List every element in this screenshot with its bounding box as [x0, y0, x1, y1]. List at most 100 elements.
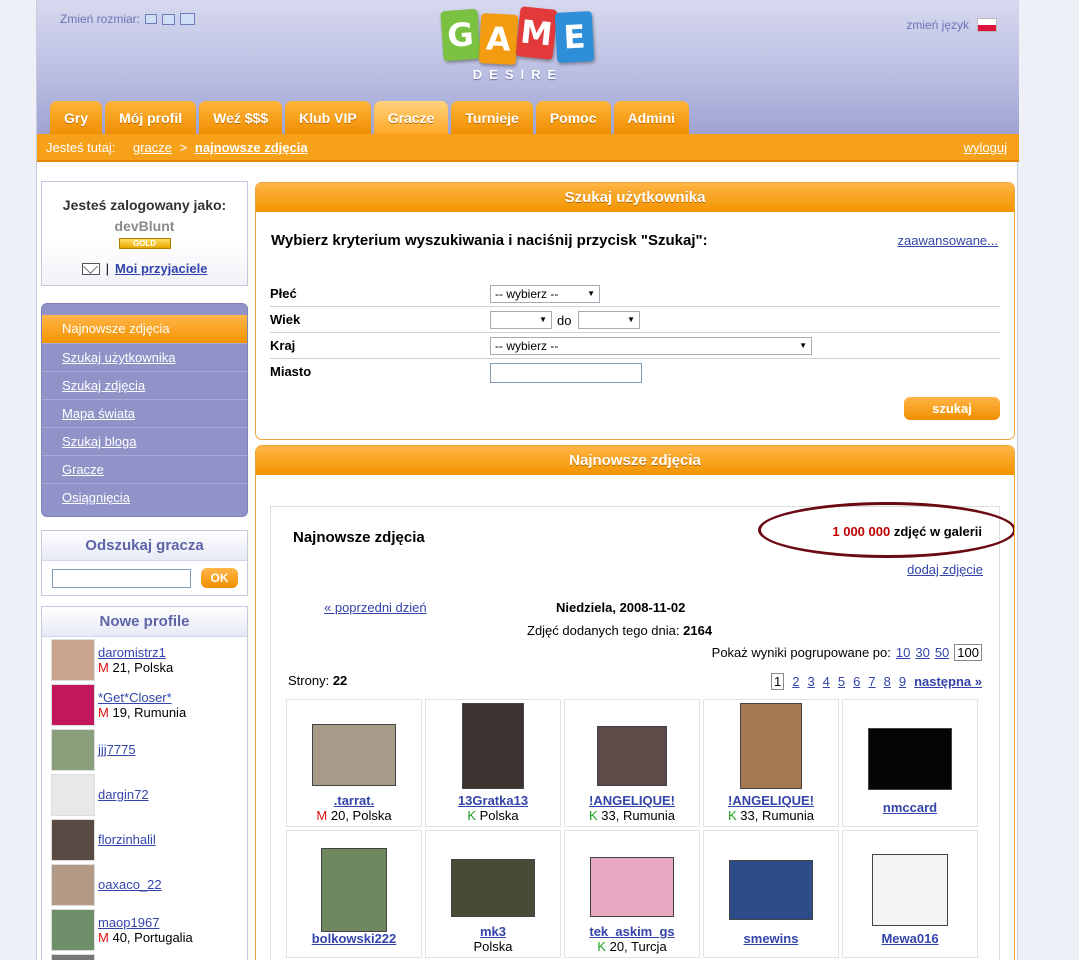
profile-name-link[interactable]: florzinhalil — [98, 832, 156, 847]
language-switch[interactable]: zmień język — [906, 18, 997, 32]
next-page-link[interactable]: następna » — [914, 674, 982, 689]
photo-owner-link[interactable]: tek_askim_gs — [565, 924, 699, 939]
tab-pomoc[interactable]: Pomoc — [535, 101, 611, 134]
menu-item-search-photo[interactable]: Szukaj zdjęcia — [42, 371, 247, 399]
find-player-input[interactable] — [52, 568, 191, 588]
advanced-search-link[interactable]: zaawansowane... — [898, 233, 998, 248]
sex-badge: K — [597, 939, 606, 954]
menu-item-search-user[interactable]: Szukaj użytkownika — [42, 343, 247, 371]
photo-owner-link[interactable]: nmccard — [843, 800, 977, 815]
menu-item-label[interactable]: Szukaj bloga — [62, 434, 136, 449]
photo-thumbnail[interactable] — [312, 724, 396, 786]
tab-klub-vip[interactable]: Klub VIP — [285, 101, 371, 134]
photo-owner-link[interactable]: .tarrat. — [287, 793, 421, 808]
menu-item-search-blog[interactable]: Szukaj bloga — [42, 427, 247, 455]
photo-thumbnail[interactable] — [590, 857, 674, 917]
photo-owner-link[interactable]: Mewa016 — [843, 931, 977, 946]
logout-link[interactable]: wyloguj — [964, 134, 1007, 162]
menu-item-label[interactable]: Osiągnięcia — [62, 490, 130, 505]
find-player-ok-button[interactable]: OK — [201, 568, 238, 588]
monitor-medium-icon[interactable] — [162, 13, 176, 25]
photo-owner-link[interactable]: smewins — [704, 931, 838, 946]
page-link[interactable]: 6 — [853, 674, 860, 689]
tab-admini[interactable]: Admini — [613, 101, 689, 134]
avatar[interactable] — [51, 683, 95, 726]
page-link[interactable]: 3 — [807, 674, 814, 689]
photo-owner-link[interactable]: !ANGELIQUE! — [704, 793, 838, 808]
photo-owner-link[interactable]: !ANGELIQUE! — [565, 793, 699, 808]
gender-select-value: -- wybierz -- — [495, 287, 559, 301]
group-by-50-link[interactable]: 50 — [935, 645, 949, 660]
tab-gracze[interactable]: Gracze — [373, 101, 449, 134]
envelope-icon[interactable] — [81, 262, 100, 275]
city-input[interactable] — [490, 363, 642, 383]
page-link[interactable]: 5 — [838, 674, 845, 689]
group-by-10-link[interactable]: 10 — [896, 645, 910, 660]
photo-owner-info: K 33, Rumunia — [565, 808, 699, 823]
menu-item-achievements[interactable]: Osiągnięcia — [42, 483, 247, 511]
monitor-small-icon[interactable] — [145, 14, 158, 24]
tab-turnieje[interactable]: Turnieje — [451, 101, 533, 134]
photo-thumbnail[interactable] — [729, 860, 813, 920]
profile-name-link[interactable]: dargin72 — [98, 787, 149, 802]
tab-moj-profil[interactable]: Mój profil — [105, 101, 197, 134]
photo-owner-link[interactable]: bolkowski222 — [287, 931, 421, 946]
page-link[interactable]: 8 — [884, 674, 891, 689]
gender-select[interactable]: -- wybierz -- ▼ — [490, 285, 600, 303]
photo-thumbnail[interactable] — [321, 848, 387, 932]
profile-name-link[interactable]: jjj7775 — [98, 742, 136, 757]
polish-flag-icon[interactable] — [977, 18, 997, 32]
photo-thumbnail[interactable] — [740, 703, 802, 789]
page-link[interactable]: 4 — [823, 674, 830, 689]
profile-name-link[interactable]: maop1967 — [98, 915, 159, 930]
change-language-link[interactable]: zmień język — [906, 18, 969, 32]
photo-owner-link[interactable]: mk3 — [426, 924, 560, 939]
new-profile-text: daromistrz1 M 21, Polska — [98, 645, 173, 675]
photo-owner-link[interactable]: 13Gratka13 — [426, 793, 560, 808]
photo-thumbnail[interactable] — [597, 726, 667, 786]
age-from-select[interactable]: ▼ — [490, 311, 552, 329]
page-link[interactable]: 2 — [792, 674, 799, 689]
group-by-selector: Pokaż wyniki pogrupowane po: 10 30 50 10… — [712, 644, 982, 661]
photo-thumbnail[interactable] — [868, 728, 952, 790]
menu-item-label[interactable]: Mapa świata — [62, 406, 135, 421]
photo-thumbnail[interactable] — [451, 859, 535, 917]
avatar[interactable] — [51, 908, 95, 951]
page-link[interactable]: 7 — [868, 674, 875, 689]
photos-title: Najnowsze zdjęcia — [293, 529, 425, 546]
my-friends-link[interactable]: Moi przyjaciele — [115, 261, 207, 276]
page-link[interactable]: 9 — [899, 674, 906, 689]
age-row: Wiek ▼ do ▼ — [270, 307, 1000, 333]
profile-name-link[interactable]: oaxaco_22 — [98, 877, 162, 892]
menu-item-latest-photos[interactable]: Najnowsze zdjęcia — [42, 315, 247, 343]
previous-day-link[interactable]: « poprzedni dzień — [324, 600, 427, 615]
tab-wez-kase[interactable]: Weź $$$ — [199, 101, 283, 134]
age-to-select[interactable]: ▼ — [578, 311, 640, 329]
menu-item-label[interactable]: Szukaj zdjęcia — [62, 378, 145, 393]
avatar[interactable] — [51, 638, 95, 681]
page: Zmień rozmiar: G A M E DESIRE zmień języ… — [36, 0, 1019, 960]
avatar[interactable] — [51, 818, 95, 861]
search-button[interactable]: szukaj — [904, 397, 1000, 420]
menu-item-players[interactable]: Gracze — [42, 455, 247, 483]
breadcrumb-gracze-link[interactable]: gracze — [133, 140, 172, 155]
photo-thumbnail[interactable] — [872, 854, 948, 926]
country-select[interactable]: -- wybierz -- ▼ — [490, 337, 812, 355]
group-by-30-link[interactable]: 30 — [915, 645, 929, 660]
profile-name-link[interactable]: *Get*Closer* — [98, 690, 172, 705]
menu-item-label[interactable]: Gracze — [62, 462, 104, 477]
add-photo-link[interactable]: dodaj zdjęcie — [907, 562, 983, 577]
avatar[interactable] — [51, 953, 95, 960]
menu-item-label[interactable]: Szukaj użytkownika — [62, 350, 175, 365]
gamedesire-logo[interactable]: G A M E DESIRE — [440, 6, 595, 86]
avatar[interactable] — [51, 773, 95, 816]
avatar[interactable] — [51, 863, 95, 906]
photo-thumbnail[interactable] — [462, 703, 524, 789]
breadcrumb-current-link[interactable]: najnowsze zdjęcia — [195, 140, 308, 155]
pagination: 1 2 3 4 5 6 7 8 9 następna » — [770, 673, 982, 690]
monitor-large-icon[interactable] — [180, 13, 196, 25]
tab-gry[interactable]: Gry — [50, 101, 103, 134]
profile-name-link[interactable]: daromistrz1 — [98, 645, 166, 660]
avatar[interactable] — [51, 728, 95, 771]
menu-item-world-map[interactable]: Mapa świata — [42, 399, 247, 427]
